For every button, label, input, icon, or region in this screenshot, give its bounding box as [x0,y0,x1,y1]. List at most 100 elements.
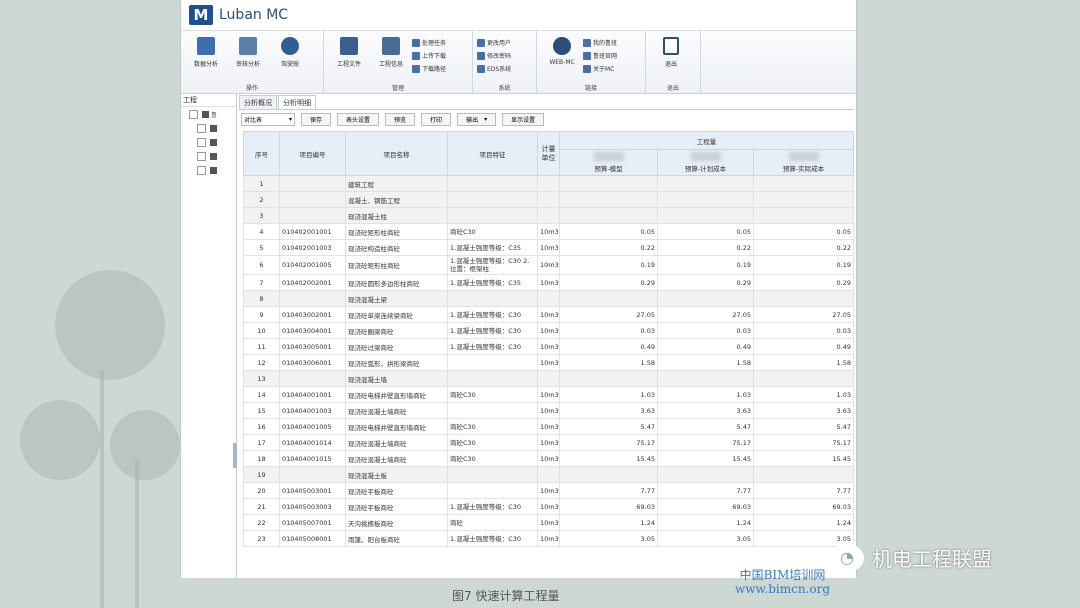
cell-budget-actual[interactable]: 7.77 [753,482,854,499]
cell-unit[interactable]: 10m3 [537,402,560,419]
cell-budget-model[interactable] [559,207,658,224]
cell-unit[interactable] [537,207,560,224]
cell-budget-plan[interactable]: 27.05 [657,306,754,323]
table-row[interactable]: 13 现浇混凝土墙 [243,370,854,387]
preview-button[interactable]: 预览 [385,112,416,126]
cell-unit[interactable]: 10m3 [537,274,560,291]
cell-name[interactable]: 现浇砼平板商砼 [345,498,448,515]
cell-unit[interactable] [537,175,560,192]
cell-seq[interactable]: 20 [243,482,280,499]
cell-unit[interactable] [537,290,560,307]
cell-budget-model[interactable]: 3.63 [559,402,658,419]
cell-name[interactable]: 现浇砼混凝土墙商砼 [345,402,448,419]
checkbox[interactable] [197,137,206,147]
cell-name[interactable]: 现浇砼电梯井壁直形墙商砼 [345,418,448,435]
cell-budget-actual[interactable]: 1.58 [753,354,854,371]
cell-code[interactable] [279,370,346,387]
cell-name[interactable]: 现浇砼矩形柱商砼 [345,223,448,240]
cell-feature[interactable] [447,482,538,499]
cell-name[interactable]: 现浇砼混凝土墙商砼 [345,434,448,451]
cell-budget-actual[interactable]: 0.03 [753,322,854,339]
cell-name[interactable]: 天沟挑檐板商砼 [345,514,448,531]
cell-feature[interactable] [447,207,538,224]
cell-code[interactable]: 010405008001 [279,530,346,547]
cell-budget-model[interactable]: 0.05 [559,223,658,240]
cell-seq[interactable]: 14 [243,386,280,403]
cell-budget-actual[interactable]: 1.03 [753,386,854,403]
cell-budget-model[interactable]: 27.05 [559,306,658,323]
cell-unit[interactable]: 10m3 [537,514,560,531]
cell-budget-model[interactable]: 7.77 [559,482,658,499]
col-header-quantity[interactable]: 工程量 [559,131,854,150]
cell-budget-plan[interactable] [657,290,754,307]
cell-name[interactable]: 现浇砼过梁商砼 [345,338,448,355]
cell-budget-actual[interactable]: 15.45 [753,450,854,467]
checkbox[interactable] [197,165,206,175]
cell-feature[interactable] [447,370,538,387]
header-settings-button[interactable]: 表头设置 [337,112,380,126]
cell-budget-plan[interactable]: 0.22 [657,239,754,256]
cell-budget-model[interactable]: 3.05 [559,530,658,547]
col-header-seq[interactable]: 序号 [243,131,280,176]
cell-name[interactable]: 混凝土、钢筋工程 [345,191,448,208]
cell-name[interactable]: 现浇砼平板商砼 [345,482,448,499]
cell-name[interactable]: 现浇混凝土梁 [345,290,448,307]
table-row[interactable]: 8 现浇混凝土梁 [243,290,854,307]
cell-seq[interactable]: 18 [243,450,280,467]
col-header-unit[interactable]: 计量单位 [537,131,560,176]
cell-seq[interactable]: 7 [243,274,280,291]
col-header-name[interactable]: 项目名称 [345,131,448,176]
upload-download-button[interactable]: 上传下载 [412,49,446,62]
cell-code[interactable] [279,290,346,307]
process-task-button[interactable]: 处理任务 [412,36,446,49]
cell-code[interactable]: 010405007001 [279,514,346,531]
cell-feature[interactable] [447,354,538,371]
cell-code[interactable]: 010404001003 [279,402,346,419]
cell-code[interactable]: 010404001005 [279,418,346,435]
cell-seq[interactable]: 12 [243,354,280,371]
cell-budget-actual[interactable] [753,290,854,307]
cell-name[interactable]: 现浇砼圆形多边形柱商砼 [345,274,448,291]
cell-name[interactable]: 现浇砼弧形、拱形梁商砼 [345,354,448,371]
table-row[interactable]: 15 010404001003 现浇砼混凝土墙商砼 10m3 3.63 3.63 3.63 [243,402,854,419]
cell-budget-plan[interactable]: 1.58 [657,354,754,371]
table-row[interactable]: 16 010404001005 现浇砼电梯井壁直形墙商砼 商砼C30 10m3 5.47 5… [243,418,854,435]
cell-feature[interactable]: 1.混凝土强度等级：C35 [447,239,538,256]
cell-code[interactable] [279,466,346,483]
cell-budget-model[interactable]: 0.49 [559,338,658,355]
cell-seq[interactable]: 19 [243,466,280,483]
cell-name[interactable]: 现浇砼圈梁商砼 [345,322,448,339]
cell-seq[interactable]: 21 [243,498,280,515]
cell-budget-actual[interactable] [753,175,854,192]
cell-budget-model[interactable] [559,466,658,483]
cell-code[interactable] [279,207,346,224]
cell-budget-plan[interactable] [657,175,754,192]
cell-budget-model[interactable]: 0.03 [559,322,658,339]
col-header-sub2[interactable]: 预算-计划成本 [657,149,754,176]
cell-unit[interactable]: 10m3 [537,498,560,515]
cell-budget-model[interactable]: 1.24 [559,514,658,531]
cell-feature[interactable]: 1.混凝土强度等级：C35 [447,274,538,291]
cell-unit[interactable] [537,466,560,483]
cell-seq[interactable]: 15 [243,402,280,419]
cell-budget-actual[interactable]: 75.17 [753,434,854,451]
my-luban-button[interactable]: 我的鲁班 [583,36,617,49]
cell-budget-model[interactable]: 69.03 [559,498,658,515]
cell-budget-actual[interactable]: 3.63 [753,402,854,419]
cell-budget-actual[interactable]: 0.49 [753,338,854,355]
download-path-button[interactable]: 下载路径 [412,62,446,75]
cell-budget-actual[interactable]: 0.19 [753,255,854,275]
cell-budget-plan[interactable]: 3.63 [657,402,754,419]
col-header-sub3[interactable]: 预算-实际成本 [753,149,854,176]
table-row[interactable]: 2 混凝土、钢筋工程 [243,191,854,208]
cell-unit[interactable] [537,191,560,208]
cell-budget-actual[interactable] [753,207,854,224]
table-row[interactable]: 20 010405003001 现浇砼平板商砼 10m3 7.77 7.77 7.77 [243,482,854,499]
cell-seq[interactable]: 9 [243,306,280,323]
cell-seq[interactable]: 1 [243,175,280,192]
table-row[interactable]: 11 010403005001 现浇砼过梁商砼 1.混凝土强度等级：C30 10m3 0.… [243,338,854,355]
col-header-sub1[interactable]: 预算-模型 [559,149,658,176]
cell-budget-actual[interactable]: 5.47 [753,418,854,435]
table-row[interactable]: 12 010403006001 现浇砼弧形、拱形梁商砼 10m3 1.58 1.58 1.5… [243,354,854,371]
cell-budget-actual[interactable]: 69.03 [753,498,854,515]
